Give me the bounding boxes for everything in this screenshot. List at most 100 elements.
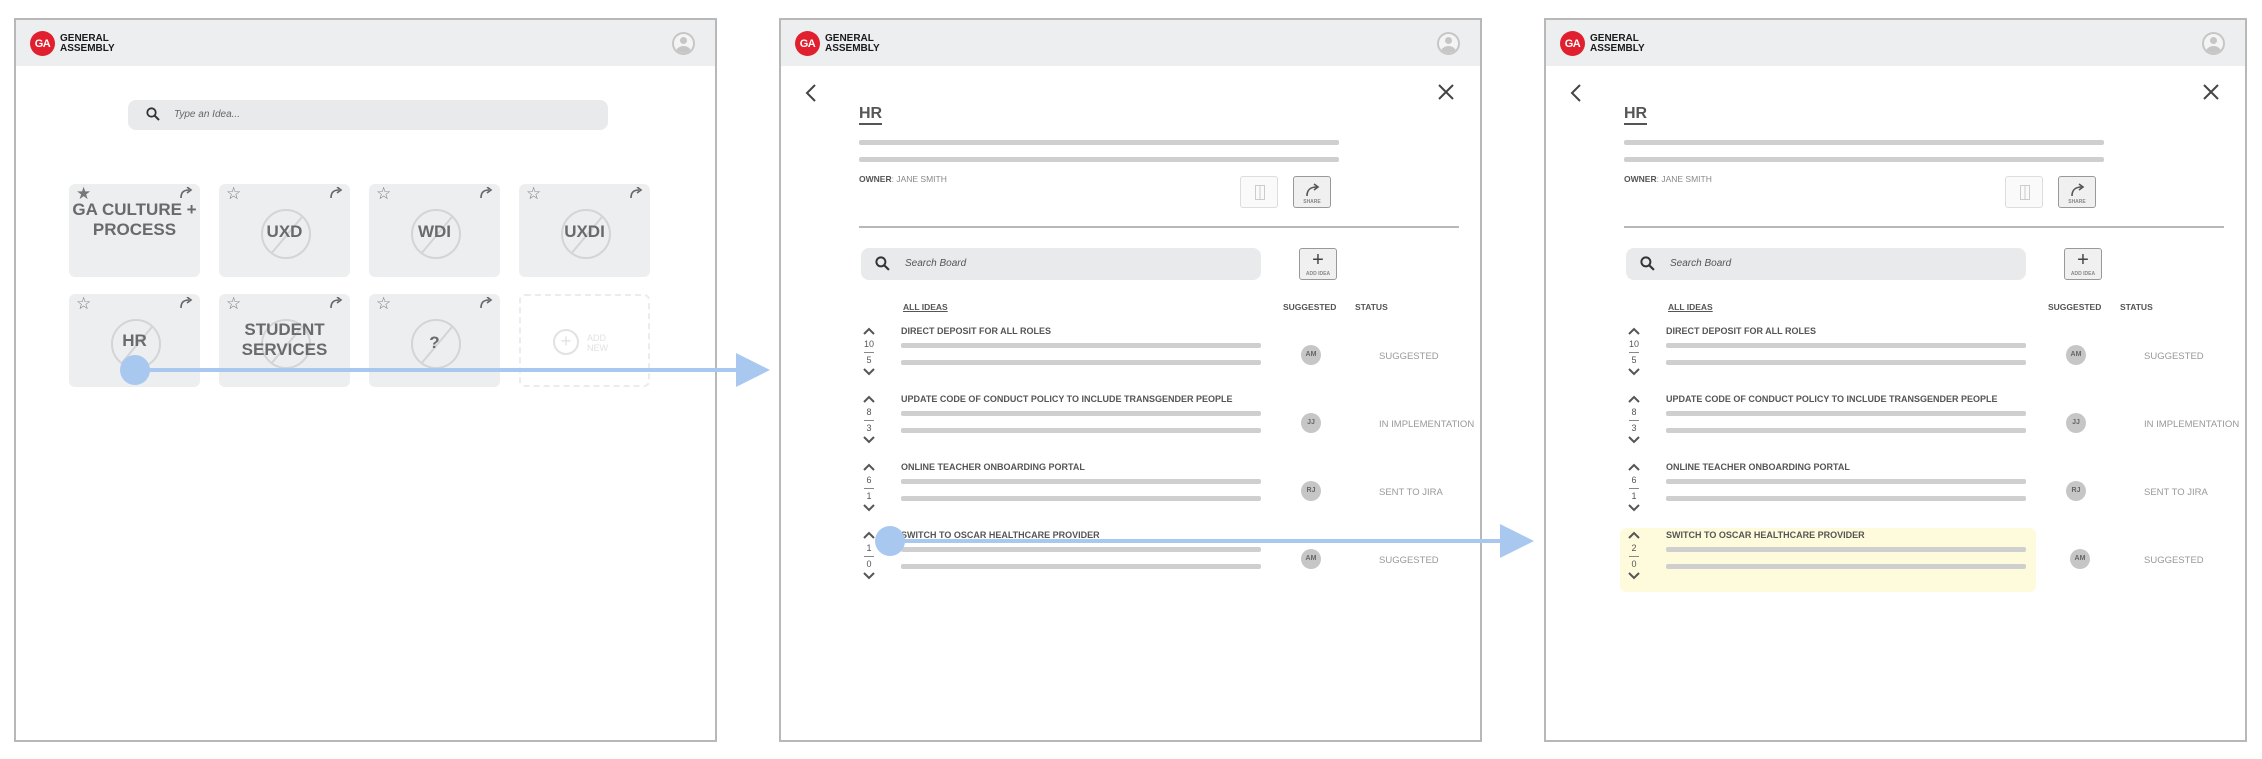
flow-arrow-head (1500, 524, 1534, 558)
add-idea-button[interactable]: + ADD IDEA (2064, 248, 2102, 280)
plus-icon: + (1312, 249, 1324, 271)
downvote-icon[interactable] (1627, 503, 1641, 513)
share-icon[interactable] (479, 187, 493, 199)
column-header-ideas[interactable]: ALL IDEAS (1668, 302, 1713, 312)
idea-placeholder-line (1666, 479, 2026, 484)
star-icon[interactable]: ☆ (376, 294, 391, 314)
upvote-count: 6 (1631, 475, 1637, 485)
share-icon[interactable] (179, 297, 193, 309)
logo[interactable]: GA GENERAL ASSEMBLY (30, 31, 115, 56)
board-search-input[interactable]: Search Board (1626, 248, 2026, 280)
upvote-icon[interactable] (1627, 394, 1641, 404)
star-icon[interactable]: ☆ (526, 184, 541, 204)
board-search-input[interactable]: Search Board (861, 248, 1261, 280)
column-header-ideas[interactable]: ALL IDEAS (903, 302, 948, 312)
vote-control: 10 5 (1624, 326, 1644, 390)
star-icon[interactable]: ☆ (226, 184, 241, 204)
description-placeholder-line (1624, 157, 2104, 162)
share-label: SHARE (1303, 199, 1321, 205)
upvote-icon[interactable] (1627, 326, 1641, 336)
add-idea-label: ADD IDEA (1305, 271, 1331, 277)
star-icon[interactable]: ☆ (226, 294, 241, 314)
close-icon[interactable] (2203, 84, 2219, 100)
column-header-suggested[interactable]: SUGGESTED (1283, 302, 1336, 312)
user-avatar-icon[interactable] (672, 32, 695, 55)
share-icon[interactable] (479, 297, 493, 309)
idea-search-input[interactable]: Type an Idea... (128, 100, 608, 130)
downvote-icon[interactable] (1627, 367, 1641, 377)
idea-row[interactable]: 8 3 UPDATE CODE OF CONDUCT POLICY TO INC… (1624, 394, 2239, 458)
top-bar: GA GENERAL ASSEMBLY (1546, 20, 2245, 66)
flow-arrow-line (890, 539, 1502, 543)
tile-label: STUDENT SERVICES (241, 320, 328, 359)
board-action-button[interactable] (1240, 176, 1278, 208)
board-tile-student-services[interactable]: ☆ STUDENT SERVICES (219, 294, 350, 387)
upvote-icon[interactable] (862, 394, 876, 404)
search-icon (1640, 256, 1655, 271)
share-icon[interactable] (629, 187, 643, 199)
share-icon[interactable] (329, 297, 343, 309)
tile-label: WDI (417, 222, 452, 241)
star-icon[interactable]: ☆ (76, 294, 91, 314)
idea-title[interactable]: ONLINE TEACHER ONBOARDING PORTAL (901, 462, 1085, 472)
upvote-icon[interactable] (862, 530, 876, 540)
status-text: SENT TO JIRA (1379, 487, 1443, 498)
upvote-icon[interactable] (862, 462, 876, 472)
board-tile-uxd[interactable]: ☆ UXD (219, 184, 350, 277)
idea-row[interactable]: 8 3 UPDATE CODE OF CONDUCT POLICY TO INC… (859, 394, 1474, 458)
downvote-count: 1 (1631, 491, 1637, 501)
downvote-icon[interactable] (862, 367, 876, 377)
add-new-board-tile[interactable]: + ADD NEW (519, 294, 650, 387)
suggester-avatar: AM (2070, 549, 2090, 569)
idea-row[interactable]: 6 1 ONLINE TEACHER ONBOARDING PORTAL RJ … (859, 462, 1459, 526)
downvote-icon[interactable] (862, 503, 876, 513)
suggester-avatar: RJ (1301, 481, 1321, 501)
upvote-icon[interactable] (1627, 462, 1641, 472)
board-title: HR (1624, 105, 1648, 125)
chevron-left-icon[interactable] (805, 84, 817, 102)
idea-title[interactable]: UPDATE CODE OF CONDUCT POLICY TO INCLUDE… (901, 394, 1233, 404)
downvote-icon[interactable] (1627, 435, 1641, 445)
idea-title[interactable]: ONLINE TEACHER ONBOARDING PORTAL (1666, 462, 1850, 472)
idea-title[interactable]: UPDATE CODE OF CONDUCT POLICY TO INCLUDE… (1666, 394, 1998, 404)
add-idea-button[interactable]: + ADD IDEA (1299, 248, 1337, 280)
column-header-status[interactable]: STATUS (1355, 302, 1388, 312)
downvote-icon[interactable] (862, 435, 876, 445)
share-icon[interactable] (179, 187, 193, 199)
share-board-button[interactable]: SHARE (1293, 176, 1331, 208)
idea-title[interactable]: DIRECT DEPOSIT FOR ALL ROLES (901, 326, 1051, 336)
share-icon[interactable] (329, 187, 343, 199)
idea-title[interactable]: DIRECT DEPOSIT FOR ALL ROLES (1666, 326, 1816, 336)
downvote-icon[interactable] (1627, 571, 1641, 581)
chevron-left-icon[interactable] (1570, 84, 1582, 102)
idea-row[interactable]: 10 5 DIRECT DEPOSIT FOR ALL ROLES AM SUG… (1624, 326, 2224, 390)
logo[interactable]: GA GENERAL ASSEMBLY (795, 31, 880, 56)
share-board-button[interactable]: SHARE (2058, 176, 2096, 208)
logo[interactable]: GA GENERAL ASSEMBLY (1560, 31, 1645, 56)
upvote-icon[interactable] (1627, 530, 1641, 540)
search-placeholder: Search Board (1670, 258, 1732, 269)
user-avatar-icon[interactable] (2202, 32, 2225, 55)
close-icon[interactable] (1438, 84, 1454, 100)
idea-row[interactable]: 6 1 ONLINE TEACHER ONBOARDING PORTAL RJ … (1624, 462, 2224, 526)
column-header-suggested[interactable]: SUGGESTED (2048, 302, 2101, 312)
board-action-button[interactable] (2005, 176, 2043, 208)
idea-title[interactable]: SWITCH TO OSCAR HEALTHCARE PROVIDER (1666, 530, 1865, 540)
upvote-count: 10 (1628, 339, 1639, 349)
board-tile-uxdi[interactable]: ☆ UXDI (519, 184, 650, 277)
board-tile-ga-culture[interactable]: ★ GA CULTURE + PROCESS (69, 184, 200, 277)
highlighted-idea-row[interactable]: 2 0 SWITCH TO OSCAR HEALTHCARE PROVIDER (1620, 528, 2036, 592)
status-text: SUGGESTED (1379, 351, 1439, 362)
upvote-count: 2 (1631, 543, 1637, 553)
search-placeholder: Type an Idea... (174, 109, 240, 120)
board-tile-wdi[interactable]: ☆ WDI (369, 184, 500, 277)
user-avatar-icon[interactable] (1437, 32, 1460, 55)
idea-placeholder-line (1666, 428, 2026, 433)
downvote-count: 5 (1631, 355, 1637, 365)
column-header-status[interactable]: STATUS (2120, 302, 2153, 312)
board-tile-unknown[interactable]: ☆ ? (369, 294, 500, 387)
star-icon[interactable]: ☆ (376, 184, 391, 204)
downvote-icon[interactable] (862, 571, 876, 581)
upvote-icon[interactable] (862, 326, 876, 336)
idea-row[interactable]: 10 5 DIRECT DEPOSIT FOR ALL ROLES AM SUG… (859, 326, 1459, 390)
